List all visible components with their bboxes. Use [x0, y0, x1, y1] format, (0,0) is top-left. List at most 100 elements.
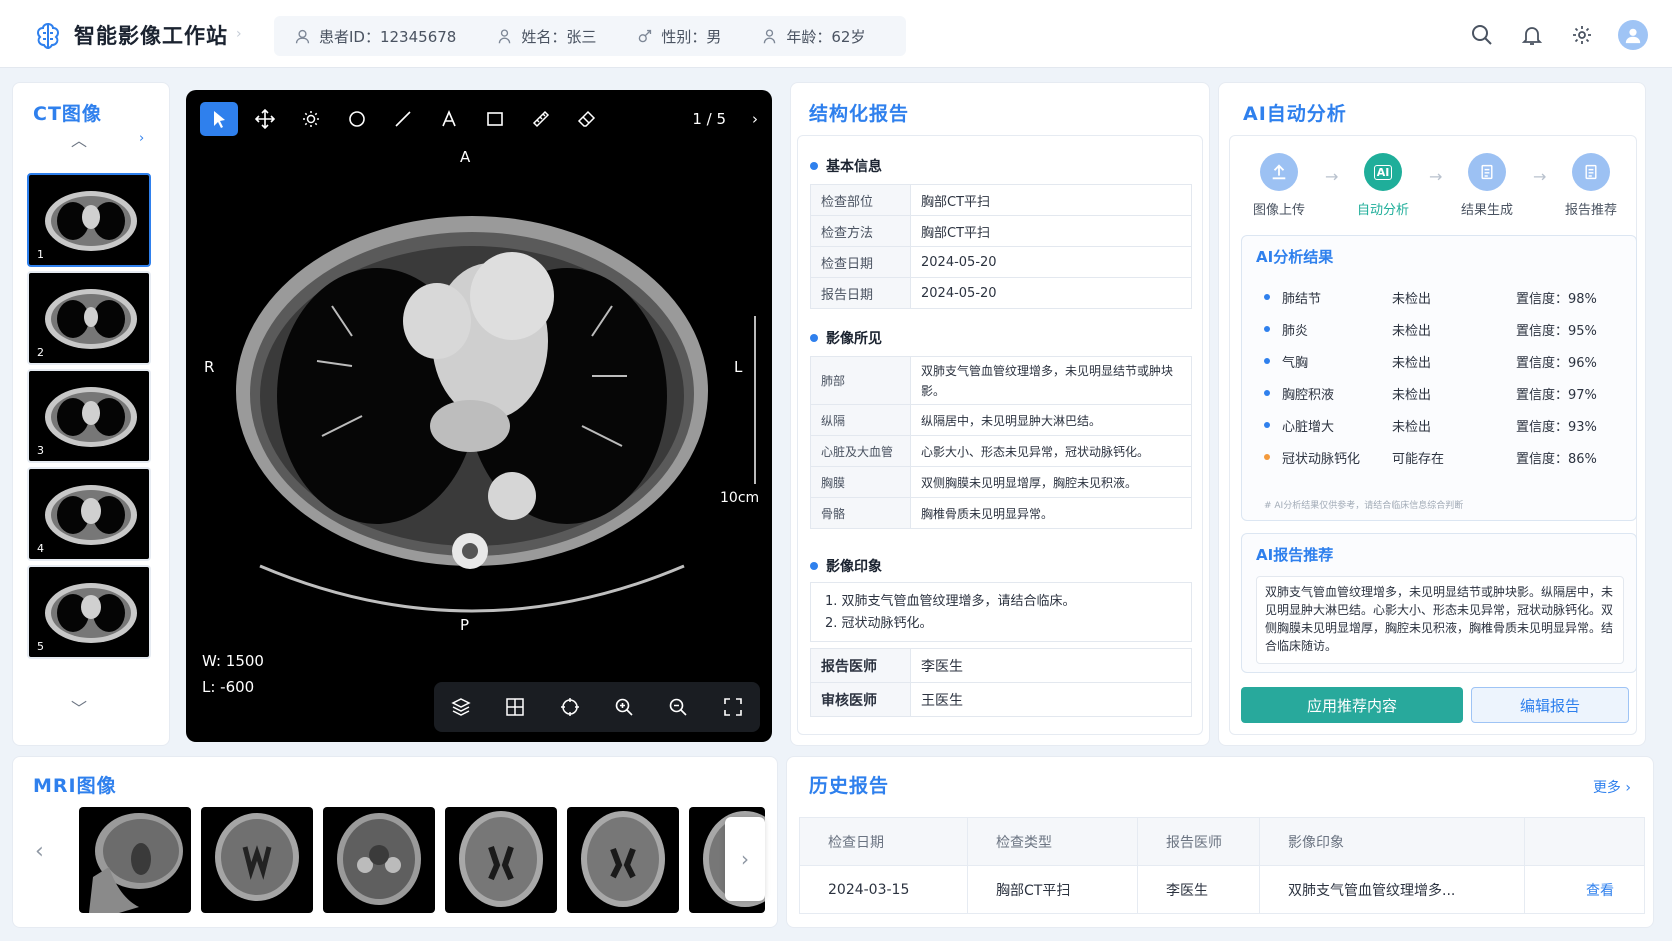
reset-button[interactable]	[552, 689, 588, 725]
gear-icon[interactable]	[1568, 21, 1596, 49]
mri-thumb-2[interactable]	[201, 807, 313, 913]
mri-prev-button[interactable]: ‹	[35, 839, 44, 864]
top-bar: 智能影像工作站 › 患者ID：12345678 姓名：张三 性别：男 年龄：62…	[0, 0, 1672, 68]
orientation-right: R	[204, 358, 215, 376]
patient-id: 患者ID：12345678	[294, 26, 456, 47]
grid-icon	[506, 698, 525, 716]
ct-title: CT图像	[33, 103, 102, 125]
list-item: 气胸 未检出 置信度：96%	[1264, 352, 1620, 372]
rectangle-icon	[487, 112, 503, 126]
step-result[interactable]: 结果生成	[1447, 153, 1527, 218]
ct-thumb-3[interactable]: 3	[27, 369, 151, 463]
history-report-panel: 历史报告 更多 › 检查日期 检查类型 报告医师 影像印象 2024-03-15…	[786, 756, 1654, 928]
grid-layout-button[interactable]	[497, 689, 533, 725]
orientation-posterior: P	[460, 616, 470, 634]
doctors-table: 报告医师 李医生 审核医师 王医生	[810, 648, 1192, 717]
ct-thumb-1[interactable]: 1	[27, 173, 151, 267]
layers-button[interactable]	[443, 689, 479, 725]
eraser-tool[interactable]	[568, 102, 606, 136]
breadcrumb-chevron: ›	[236, 26, 242, 42]
pan-tool[interactable]	[246, 102, 284, 136]
view-report-link[interactable]: 查看	[1524, 865, 1645, 914]
viewer-bottom-toolbar	[434, 682, 760, 732]
patient-name: 姓名：张三	[496, 26, 596, 47]
edit-report-button[interactable]: 编辑报告	[1471, 687, 1629, 723]
text-icon	[442, 109, 456, 127]
table-header-row: 检查日期 检查类型 报告医师 影像印象	[799, 817, 1645, 866]
patient-age: 年龄：62岁	[761, 26, 865, 47]
orientation-left: L	[734, 358, 743, 376]
user-icon	[1625, 28, 1641, 44]
zoom-in-button[interactable]	[606, 689, 642, 725]
ct-thumb-2[interactable]: 2	[27, 271, 151, 365]
ct-thumb-5[interactable]: 5	[27, 565, 151, 659]
ruler-tool[interactable]	[522, 102, 560, 136]
ct-main-viewer[interactable]: 1 / 5 › A P R L 10cm W: 1500 L: -600	[186, 90, 772, 742]
table-row: 检查方法 胸部CT平扫	[810, 215, 1192, 247]
brightness-tool[interactable]	[292, 102, 330, 136]
text-tool[interactable]	[430, 102, 468, 136]
arrow-right-icon: →	[1533, 167, 1547, 186]
line-tool[interactable]	[384, 102, 422, 136]
list-item: 冠状动脉钙化 可能存在 置信度：86%	[1264, 448, 1620, 468]
step-recommend[interactable]: 报告推荐	[1551, 153, 1631, 218]
history-table: 检查日期 检查类型 报告医师 影像印象 2024-03-15 胸部CT平扫 李医…	[799, 817, 1645, 914]
search-icon[interactable]	[1468, 21, 1496, 49]
mri-next-button[interactable]: ›	[725, 817, 765, 901]
ai-result-box: AI分析结果 肺结节 未检出 置信度：98% 肺炎 未检出 置信度：95% 气胸 未检出置…	[1241, 235, 1637, 521]
cursor-icon	[214, 111, 225, 128]
findings-table: 肺部 双肺支气管血管纹理增多，未见明显结节或肿块影。 纵隔 纵隔居中，未见明显肿大淋…	[810, 356, 1192, 529]
apply-recommend-button[interactable]: 应用推荐内容	[1241, 687, 1463, 723]
brain-logo-icon	[32, 20, 64, 52]
bell-icon[interactable]	[1518, 21, 1546, 49]
viewer-next-button[interactable]: ›	[752, 110, 758, 128]
more-link[interactable]: 更多 ›	[1593, 777, 1631, 797]
ct-thumb-4[interactable]: 4	[27, 467, 151, 561]
layers-icon	[451, 698, 471, 716]
mri-thumb-3[interactable]	[323, 807, 435, 913]
rectangle-tool[interactable]	[476, 102, 514, 136]
chevron-down-icon[interactable]: ﹀	[71, 695, 87, 719]
table-row: 报告日期 2024-05-20	[810, 277, 1192, 309]
zoom-in-icon	[615, 698, 633, 716]
fullscreen-icon	[723, 698, 742, 716]
pointer-tool[interactable]	[200, 102, 238, 136]
chevron-right-icon[interactable]: ›	[139, 131, 144, 146]
mri-panel: MRI图像 ‹ ›	[12, 756, 778, 928]
person-icon	[499, 28, 511, 43]
arrow-right-icon: →	[1325, 167, 1339, 186]
move-icon	[255, 109, 275, 129]
zoom-out-icon	[670, 698, 688, 716]
chevron-up-icon[interactable]: ︿	[71, 127, 87, 151]
ruler-icon	[532, 110, 550, 128]
patient-gender: 性别：男	[636, 26, 721, 47]
scale-bar	[748, 316, 756, 484]
top-icons	[1468, 20, 1648, 50]
table-row[interactable]: 2024-03-15 胸部CT平扫 李医生 双肺支气管血管纹理增多... 查看	[799, 865, 1645, 914]
list-item: 肺结节 未检出 置信度：98%	[1264, 288, 1620, 308]
table-row: 检查部位 胸部CT平扫	[810, 184, 1192, 216]
avatar[interactable]	[1618, 20, 1648, 50]
viewer-page-indicator: 1 / 5	[692, 110, 726, 128]
step-upload[interactable]: 图像上传	[1239, 153, 1319, 218]
mri-thumb-4[interactable]	[445, 807, 557, 913]
ai-recommend-box: AI报告推荐 双肺支气管血管纹理增多，未见明显结节或肿块影。纵隔居中，未见明显肿…	[1241, 533, 1637, 673]
list-item: 胸腔积液 未检出 置信度：97%	[1264, 384, 1620, 404]
mri-thumb-5[interactable]	[567, 807, 679, 913]
impression-line: 1. 双肺支气管血管纹理增多，请结合临床。	[825, 594, 1076, 609]
fullscreen-button[interactable]	[715, 689, 751, 725]
user-icon	[295, 29, 310, 43]
line-icon	[395, 111, 411, 127]
ai-recommend-text[interactable]: 双肺支气管血管纹理增多，未见明显结节或肿块影。纵隔居中，未见明显肿大淋巴结。心影…	[1256, 576, 1624, 664]
step-analysis[interactable]: AI 自动分析	[1343, 153, 1423, 218]
ai-steps: 图像上传 → AI 自动分析 → 结果生成 → 报告推荐	[1239, 153, 1619, 223]
ai-result-heading: AI分析结果	[1256, 248, 1334, 266]
circle-icon	[349, 111, 365, 127]
mri-thumb-1[interactable]	[79, 807, 191, 913]
zoom-out-button[interactable]	[660, 689, 696, 725]
list-item: 肺炎 未检出 置信度：95%	[1264, 320, 1620, 340]
ai-recommend-heading: AI报告推荐	[1256, 546, 1334, 564]
gender-icon	[639, 29, 652, 42]
ellipse-tool[interactable]	[338, 102, 376, 136]
rotate-icon	[560, 698, 579, 716]
